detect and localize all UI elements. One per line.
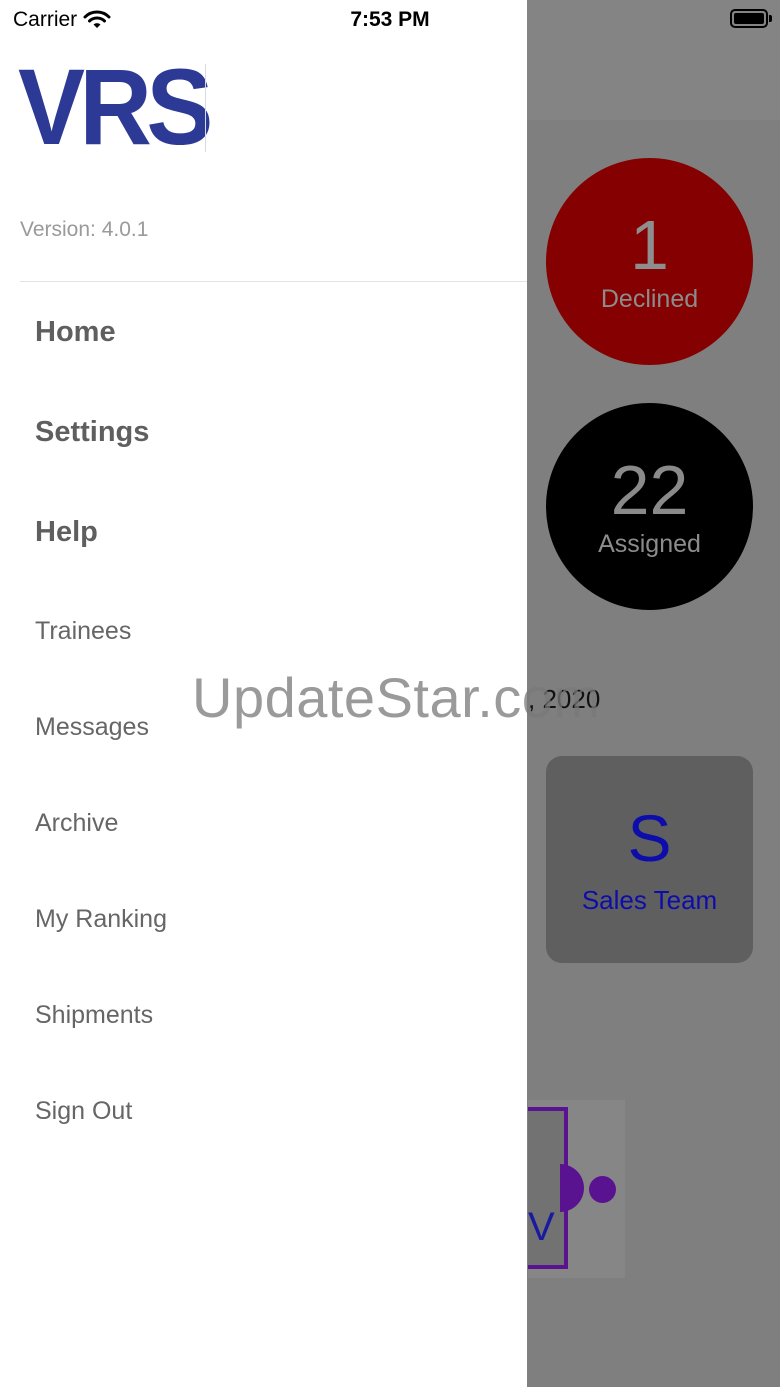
battery-nub <box>769 15 772 22</box>
menu-item-help[interactable]: Help <box>35 516 98 549</box>
company-logo-letter: V <box>528 1205 555 1249</box>
declined-count-circle: 1 Declined <box>546 158 753 365</box>
clock: 7:53 PM <box>350 8 430 31</box>
menu-item-sign-out[interactable]: Sign Out <box>35 1097 132 1126</box>
team-label: Sales Team <box>581 885 718 915</box>
menu-item-settings[interactable]: Settings <box>35 416 149 449</box>
menu-item-archive[interactable]: Archive <box>35 809 118 838</box>
company-logo-dot <box>589 1176 616 1203</box>
assigned-count-circle: 22 Assigned <box>546 403 753 610</box>
app-screen: 1 Declined 22 Assigned , 2020 S Sales Te… <box>0 0 780 1387</box>
assigned-count: 22 <box>610 451 689 529</box>
menu-item-my-ranking[interactable]: My Ranking <box>35 905 167 934</box>
vrs-logo: VRS <box>18 46 213 167</box>
menu-item-home[interactable]: Home <box>35 316 116 349</box>
menu-item-shipments[interactable]: Shipments <box>35 1001 153 1030</box>
version-label: Version: 4.0.1 <box>20 218 149 241</box>
watermark: UpdateStar.com <box>192 666 601 729</box>
drawer-divider <box>20 281 527 282</box>
assigned-label: Assigned <box>598 530 701 558</box>
menu-item-messages[interactable]: Messages <box>35 713 149 742</box>
logo-edge <box>205 64 206 152</box>
declined-label: Declined <box>600 285 699 313</box>
status-bar: Carrier 7:53 PM <box>0 0 780 40</box>
menu-item-trainees[interactable]: Trainees <box>35 617 131 646</box>
team-initial: S <box>627 801 672 875</box>
team-card: S Sales Team <box>546 756 753 963</box>
battery-icon <box>730 9 768 28</box>
declined-count: 1 <box>630 206 669 284</box>
battery-fill <box>734 13 764 24</box>
